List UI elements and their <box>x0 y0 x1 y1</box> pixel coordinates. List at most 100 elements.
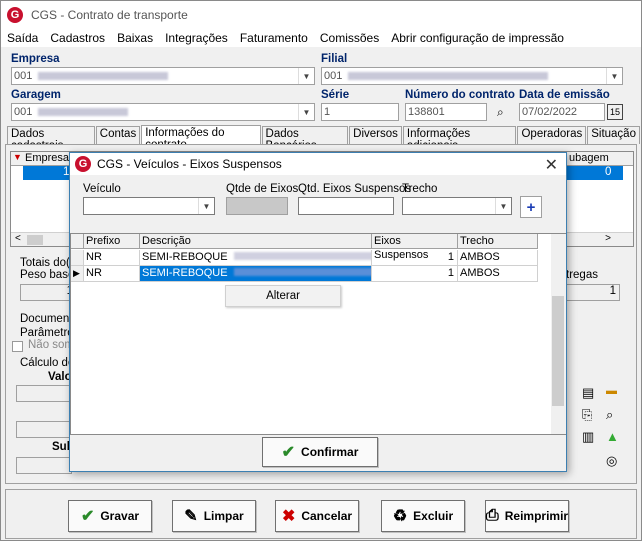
chevron-down-icon[interactable]: ▼ <box>298 104 314 120</box>
trash-icon: ♻ <box>392 508 408 525</box>
valor-field[interactable] <box>16 385 72 402</box>
nao-soma-checkbox[interactable] <box>12 341 23 352</box>
trecho-select[interactable]: ▼ <box>402 197 512 215</box>
copy-icon[interactable]: ⎘ <box>582 407 592 423</box>
filial-select[interactable]: 001 ▼ <box>321 67 623 85</box>
document-icon[interactable]: ▤ <box>582 385 594 401</box>
gravar-button[interactable]: ✔ Gravar <box>68 500 152 532</box>
scroll-thumb[interactable] <box>27 235 43 245</box>
gravar-label: Gravar <box>100 509 140 523</box>
qtd-eixos-suspensos-input[interactable] <box>298 197 394 215</box>
title-bar: G CGS - Contrato de transporte <box>1 1 641 29</box>
excluir-button[interactable]: ♻ Excluir <box>381 500 465 532</box>
cancelar-button[interactable]: ✖ Cancelar <box>275 500 359 532</box>
scroll-thumb[interactable] <box>552 296 564 406</box>
column-trecho[interactable]: Trecho <box>458 234 538 249</box>
peso-base-label: Peso base <box>20 269 75 281</box>
tab-dados-bancarios[interactable]: Dados Bancários <box>261 126 349 152</box>
reimprimir-label: Reimprimir <box>504 509 569 523</box>
search-icon[interactable]: ⌕ <box>606 407 613 423</box>
tab-contas[interactable]: Contas <box>95 126 141 144</box>
pedagem-column: ubagem <box>569 152 609 164</box>
triangle-icon[interactable]: ▲ <box>606 429 619 444</box>
serie-label: Série <box>321 89 350 101</box>
confirmar-button[interactable]: ✔ Confirmar <box>262 437 378 467</box>
limpar-label: Limpar <box>203 509 244 523</box>
qtd-eixos-suspensos-label: Qtd. Eixos Suspensos <box>298 183 412 195</box>
qtde-eixos-label: Qtde de Eixos <box>226 183 299 195</box>
veiculo-label: Veículo <box>83 183 121 195</box>
numero-input[interactable]: 138801 <box>405 103 487 121</box>
eixos-cell: 1 <box>372 250 458 266</box>
data-input[interactable]: 07/02/2022 <box>519 103 605 121</box>
qtde-eixos-field <box>226 197 288 215</box>
menu-integracoes[interactable]: Integrações <box>159 31 234 45</box>
menu-faturamento[interactable]: Faturamento <box>234 31 314 45</box>
menu-saida[interactable]: Saída <box>1 31 44 45</box>
row-indicator <box>71 250 84 266</box>
tab-strip: Dados cadastrais Contas Informações do c… <box>7 125 641 152</box>
column-descricao[interactable]: Descrição <box>140 234 372 249</box>
chevron-down-icon[interactable]: ▼ <box>198 198 214 214</box>
menu-comissoes[interactable]: Comissões <box>314 31 385 45</box>
sub-field[interactable] <box>16 457 72 474</box>
menu-baixas[interactable]: Baixas <box>111 31 159 45</box>
tab-operadoras[interactable]: Operadoras <box>517 126 587 144</box>
chevron-right-icon[interactable]: > <box>605 233 611 244</box>
veiculo-select[interactable]: ▼ <box>83 197 215 215</box>
entregas-field[interactable]: 1 <box>566 284 620 301</box>
reimprimir-button[interactable]: ⎙ Reimprimir <box>485 500 569 532</box>
tab-informacoes-adicionais[interactable]: Informações adicionais <box>402 126 517 152</box>
garagem-select[interactable]: 001 ▼ <box>11 103 315 121</box>
calendar-icon[interactable]: 15 <box>607 104 623 120</box>
add-button[interactable]: + <box>520 196 542 218</box>
serie-input[interactable]: 1 <box>321 103 399 121</box>
empresa-select[interactable]: 001 ▼ <box>11 67 315 85</box>
chevron-down-icon[interactable]: ▼ <box>606 68 622 84</box>
menu-cadastros[interactable]: Cadastros <box>44 31 111 45</box>
tab-dados-cadastrais[interactable]: Dados cadastrais <box>7 126 95 152</box>
eixos-cell: 1 <box>372 266 458 282</box>
filial-value: 001 <box>324 70 343 82</box>
binoculars-icon[interactable]: ⌕ <box>497 105 504 120</box>
menu-abrir-config[interactable]: Abrir configuração de impressão <box>385 31 570 45</box>
app-logo-icon: G <box>7 7 23 23</box>
descricao-text: SEMI-REBOQUE <box>142 267 228 279</box>
context-menu: Alterar <box>225 285 341 307</box>
filial-label: Filial <box>321 53 348 65</box>
empresa-redacted <box>38 72 169 80</box>
column-prefixo[interactable]: Prefixo <box>84 234 140 249</box>
chevron-down-icon[interactable]: ▼ <box>495 198 511 214</box>
books-icon[interactable]: ▥ <box>582 429 594 445</box>
peso-base-field[interactable]: 1 <box>20 284 76 301</box>
prefixo-cell: NR <box>84 250 140 266</box>
limpar-button[interactable]: ✎ Limpar <box>172 500 256 532</box>
column-eixos-suspensos[interactable]: Eixos Suspensos <box>372 234 458 261</box>
calculo-label: Cálculo do <box>20 357 75 369</box>
empresa-column: Empresa <box>25 152 70 164</box>
garagem-redacted <box>38 108 129 116</box>
garagem-label: Garagem <box>11 89 61 101</box>
ciot-icon[interactable]: ▬ <box>606 385 617 397</box>
confirmar-label: Confirmar <box>301 445 359 459</box>
tab-diversos[interactable]: Diversos <box>349 126 402 144</box>
broom-icon: ✎ <box>184 508 198 525</box>
valor-field-2[interactable] <box>16 421 72 438</box>
vertical-scrollbar[interactable] <box>551 234 566 434</box>
empresa-value: 001 <box>14 70 33 82</box>
context-menu-alterar[interactable]: Alterar <box>266 290 300 302</box>
coin-icon[interactable]: ◎ <box>606 453 617 469</box>
pedagem-value: 0 <box>605 166 612 178</box>
row-indicator-arrow-icon: ▶ <box>71 266 84 282</box>
printer-icon: ⎙ <box>485 507 499 524</box>
close-icon[interactable]: ✕ <box>545 155 558 175</box>
chevron-down-icon[interactable]: ▼ <box>298 68 314 84</box>
descricao-cell: SEMI-REBOQUE <box>140 250 372 266</box>
sort-arrow-icon: ▼ <box>13 152 22 162</box>
veiculos-dialog: G CGS - Veículos - Eixos Suspensos ✕ Veí… <box>69 152 567 472</box>
chevron-left-icon[interactable]: < <box>15 233 21 244</box>
trecho-cell: AMBOS <box>458 250 538 266</box>
dialog-title-bar: G CGS - Veículos - Eixos Suspensos ✕ <box>70 153 566 175</box>
tab-informacoes-contrato[interactable]: Informações do contrato <box>141 125 261 151</box>
tab-situacao[interactable]: Situação <box>587 126 640 144</box>
